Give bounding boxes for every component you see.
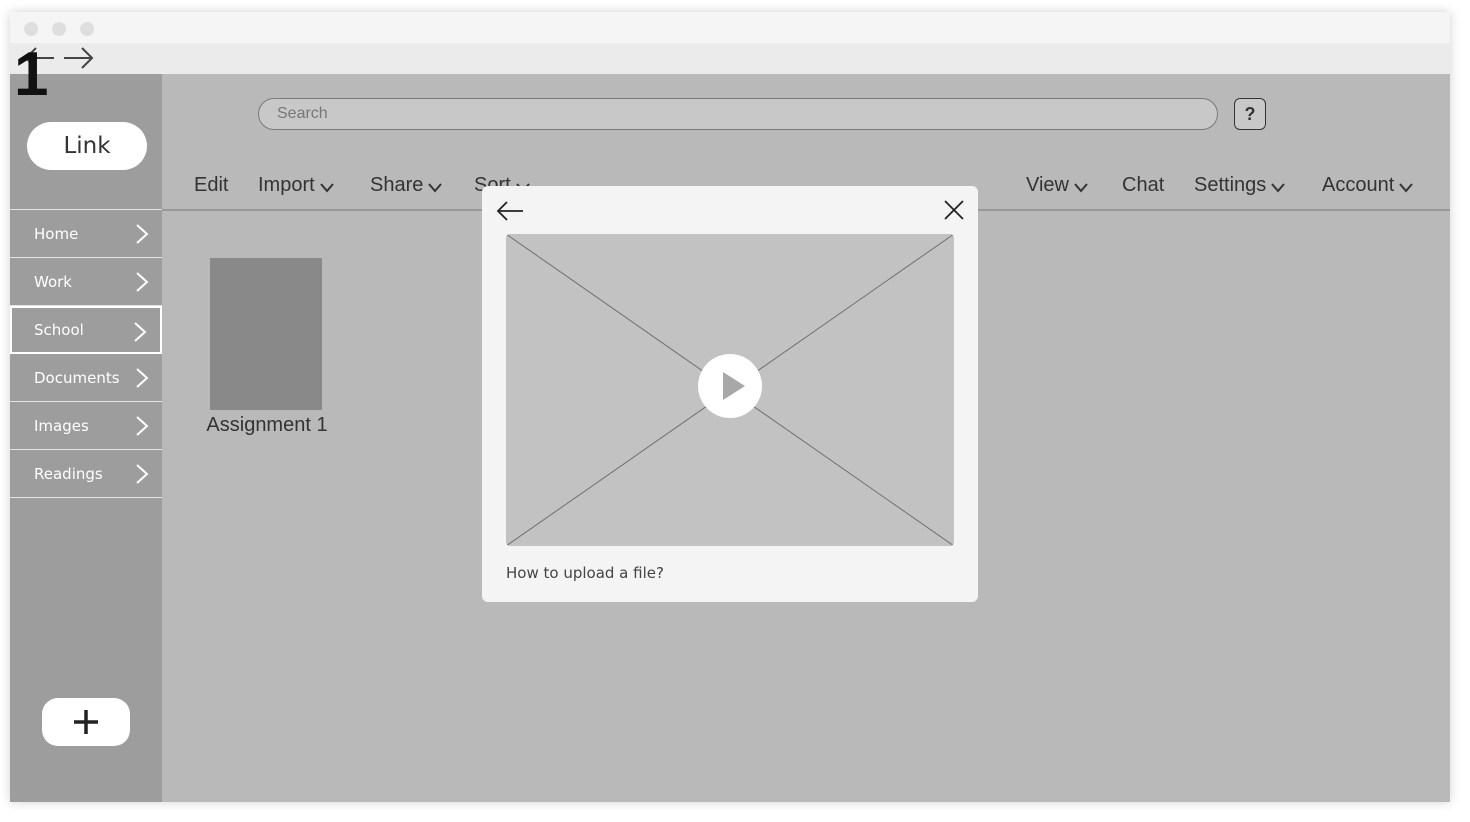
add-button[interactable]: [42, 698, 130, 746]
chevron-down-icon: [1074, 182, 1088, 193]
menu-view-label: View: [1026, 174, 1069, 196]
sidebar: Link Home Work School Documents Images R…: [10, 74, 162, 802]
chevron-down-icon: [319, 182, 334, 193]
title-bar: [10, 12, 1450, 43]
menu-chat-label: Chat: [1122, 174, 1165, 196]
chevron-right-icon: [136, 368, 149, 388]
sidebar-item-home[interactable]: Home: [10, 210, 162, 258]
help-button[interactable]: ?: [1234, 98, 1266, 130]
chevron-right-icon: [136, 464, 149, 484]
sidebar-item-work[interactable]: Work: [10, 258, 162, 306]
menu-account-label: Account: [1322, 174, 1395, 196]
sidebar-item-label: Images: [34, 416, 89, 435]
browser-nav-bar: [10, 43, 1450, 74]
menu-edit[interactable]: Edit: [194, 174, 228, 197]
sidebar-item-images[interactable]: Images: [10, 402, 162, 450]
sidebar-item-label: Readings: [34, 464, 103, 483]
menu-import[interactable]: Import: [258, 174, 334, 197]
menu-edit-label: Edit: [194, 174, 229, 196]
video-caption: How to upload a file?: [506, 564, 664, 582]
video-player[interactable]: [506, 234, 954, 546]
sidebar-item-label: Work: [34, 272, 72, 291]
link-button[interactable]: Link: [27, 122, 147, 170]
menu-share[interactable]: Share: [370, 174, 443, 197]
video-help-modal: How to upload a file?: [482, 186, 978, 602]
play-button[interactable]: [698, 354, 762, 418]
file-name: Assignment 1: [206, 414, 328, 436]
chevron-right-icon: [136, 416, 149, 436]
chevron-right-icon: [134, 322, 147, 342]
close-window-dot[interactable]: [24, 22, 38, 36]
chevron-right-icon: [136, 272, 149, 292]
file-thumbnail[interactable]: [210, 258, 322, 410]
sidebar-item-label: Home: [34, 224, 79, 243]
chevron-down-icon: [1399, 182, 1414, 193]
sidebar-item-readings[interactable]: Readings: [10, 450, 162, 498]
menu-chat[interactable]: Chat: [1122, 174, 1164, 197]
sidebar-item-school[interactable]: School: [10, 306, 162, 354]
menu-account[interactable]: Account: [1322, 174, 1414, 197]
play-icon: [723, 372, 745, 400]
maximize-window-dot[interactable]: [80, 22, 94, 36]
app-window: Link Home Work School Documents Images R…: [10, 12, 1450, 802]
chevron-down-icon: [1271, 182, 1286, 193]
chevron-down-icon: [428, 182, 443, 193]
sidebar-item-label: Documents: [34, 368, 120, 387]
plus-icon: [74, 710, 98, 734]
close-icon[interactable]: [942, 198, 966, 222]
forward-arrow-icon[interactable]: [62, 43, 94, 73]
chevron-right-icon: [136, 224, 149, 244]
sidebar-list: Home Work School Documents Images Readin…: [10, 209, 162, 498]
minimize-window-dot[interactable]: [52, 22, 66, 36]
search-placeholder: Search: [277, 105, 328, 122]
menu-import-label: Import: [258, 174, 315, 196]
search-input[interactable]: Search: [258, 98, 1218, 130]
back-arrow-icon[interactable]: [496, 200, 524, 222]
menu-share-label: Share: [370, 174, 424, 196]
sidebar-item-label: School: [34, 321, 84, 339]
step-number: 1: [14, 40, 49, 109]
menu-settings-label: Settings: [1194, 174, 1267, 196]
menu-view[interactable]: View: [1026, 174, 1088, 197]
menu-settings[interactable]: Settings: [1194, 174, 1286, 197]
sidebar-item-documents[interactable]: Documents: [10, 354, 162, 402]
